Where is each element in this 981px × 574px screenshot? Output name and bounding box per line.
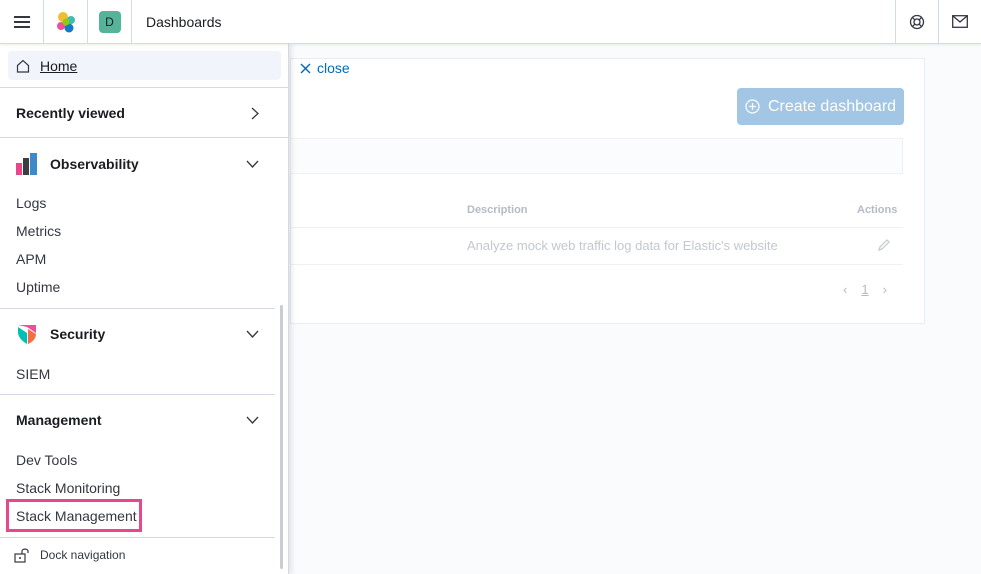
divider bbox=[0, 394, 275, 395]
help-button[interactable] bbox=[895, 0, 938, 44]
side-navigation: Home Recently viewed Observability Logs … bbox=[0, 44, 289, 574]
home-icon bbox=[16, 59, 30, 73]
column-header-actions: Actions bbox=[857, 204, 898, 216]
pencil-edit-icon[interactable] bbox=[877, 238, 891, 257]
divider bbox=[0, 537, 275, 538]
chevron-down-icon bbox=[246, 416, 259, 424]
chevron-down-icon bbox=[246, 160, 259, 168]
home-label: Home bbox=[40, 57, 78, 74]
observability-label: Observability bbox=[50, 156, 139, 172]
nav-home[interactable]: Home bbox=[8, 51, 281, 80]
nav-link-apm[interactable]: APM bbox=[16, 251, 46, 267]
pagination: ‹ 1 › bbox=[843, 282, 887, 297]
nav-link-metrics[interactable]: Metrics bbox=[16, 223, 61, 239]
recently-viewed-label: Recently viewed bbox=[16, 105, 125, 121]
close-label: close bbox=[317, 60, 350, 76]
create-dashboard-button[interactable]: Create dashboard bbox=[737, 88, 904, 125]
row-divider bbox=[290, 227, 903, 228]
nav-link-dev-tools[interactable]: Dev Tools bbox=[16, 452, 77, 468]
dock-navigation-button[interactable]: Dock navigation bbox=[14, 547, 125, 563]
create-dashboard-label: Create dashboard bbox=[767, 97, 897, 115]
mail-icon bbox=[952, 15, 968, 28]
row-divider bbox=[290, 264, 903, 265]
divider bbox=[0, 87, 288, 88]
management-group-header[interactable]: Management bbox=[16, 410, 259, 430]
plus-in-circle-icon bbox=[745, 99, 760, 114]
chevron-down-icon bbox=[246, 330, 259, 338]
security-logo-icon bbox=[18, 325, 36, 344]
chevron-left-icon[interactable]: ‹ bbox=[843, 282, 847, 297]
table-row-description: Analyze mock web traffic log data for El… bbox=[467, 238, 778, 253]
lock-open-icon bbox=[14, 548, 29, 563]
security-label: Security bbox=[50, 326, 106, 342]
elastic-logo-icon bbox=[56, 11, 75, 32]
page-number[interactable]: 1 bbox=[861, 282, 868, 297]
search-input[interactable] bbox=[290, 138, 903, 174]
space-avatar: D bbox=[98, 10, 121, 33]
dock-label: Dock navigation bbox=[40, 548, 126, 562]
management-label: Management bbox=[16, 412, 102, 428]
help-lifebuoy-icon bbox=[909, 14, 925, 29]
divider bbox=[0, 308, 275, 309]
page-title: Dashboards bbox=[146, 13, 222, 30]
scrollbar[interactable] bbox=[280, 305, 283, 569]
nav-link-siem[interactable]: SIEM bbox=[16, 366, 50, 382]
news-button[interactable] bbox=[938, 0, 981, 44]
observability-group-header[interactable]: Observability bbox=[16, 152, 259, 176]
column-header-description[interactable]: Description bbox=[467, 204, 528, 216]
nav-link-stack-management[interactable]: Stack Management bbox=[16, 508, 137, 524]
top-header: D Dashboards bbox=[0, 0, 981, 44]
nav-link-stack-monitoring[interactable]: Stack Monitoring bbox=[16, 480, 120, 496]
menu-button[interactable] bbox=[0, 0, 44, 44]
hamburger-icon bbox=[13, 15, 30, 28]
chevron-right-icon bbox=[251, 107, 259, 119]
nav-link-logs[interactable]: Logs bbox=[16, 195, 46, 211]
recently-viewed-header[interactable]: Recently viewed bbox=[16, 104, 259, 122]
chevron-right-icon[interactable]: › bbox=[883, 282, 887, 297]
space-selector[interactable]: D bbox=[88, 0, 132, 44]
divider bbox=[0, 137, 288, 138]
close-nav-link[interactable]: close bbox=[300, 60, 350, 76]
nav-link-uptime[interactable]: Uptime bbox=[16, 279, 60, 295]
close-icon bbox=[300, 63, 311, 73]
elastic-logo[interactable] bbox=[44, 0, 88, 44]
security-group-header[interactable]: Security bbox=[16, 322, 259, 346]
observability-logo-icon bbox=[16, 153, 37, 175]
